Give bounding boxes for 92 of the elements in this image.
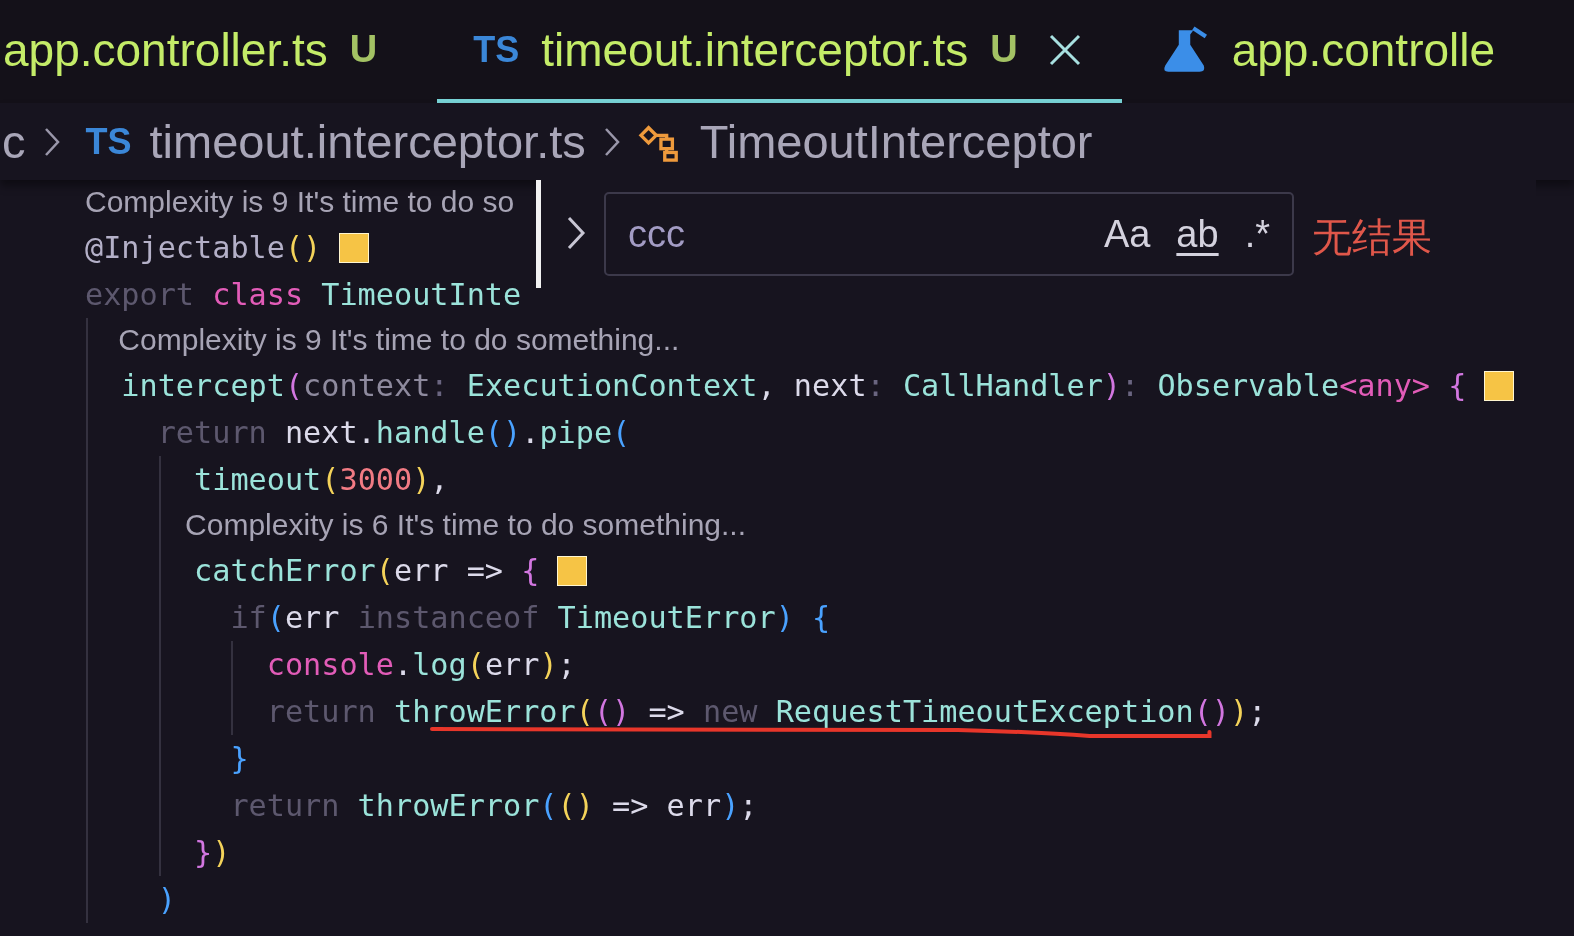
bracket: () bbox=[1193, 694, 1231, 729]
keyword: if bbox=[230, 600, 267, 635]
bracket: () bbox=[484, 415, 522, 450]
function-name: timeout bbox=[194, 462, 322, 497]
chevron-right-icon bbox=[603, 126, 620, 157]
parameter-name: context bbox=[303, 368, 431, 403]
type-name: Observable bbox=[1156, 368, 1340, 403]
bracket: ( bbox=[321, 462, 340, 497]
keyword: console bbox=[266, 647, 394, 682]
typescript-file-icon: TS bbox=[85, 120, 132, 163]
keyword: return bbox=[157, 415, 267, 450]
bracket: ( bbox=[539, 788, 558, 823]
bracket: ) bbox=[1230, 694, 1249, 729]
operator: => bbox=[465, 553, 504, 588]
search-field[interactable]: ccc Aa ab .* bbox=[604, 192, 1294, 276]
punctuation: ; bbox=[1248, 694, 1267, 729]
number-literal: 3000 bbox=[339, 462, 413, 497]
type-name: TimeoutInte bbox=[320, 277, 522, 312]
find-option-toggle[interactable]: ab bbox=[1176, 212, 1219, 256]
bracket: { bbox=[520, 553, 540, 588]
editor-tab[interactable]: app.controller.ts U bbox=[0, 0, 438, 103]
function-name: throwError bbox=[356, 788, 540, 823]
bracket: ) bbox=[412, 462, 431, 497]
variable-name: err bbox=[484, 647, 540, 682]
keyword: instanceof bbox=[356, 600, 540, 635]
bracket: ) bbox=[721, 788, 740, 823]
keyword: new bbox=[701, 694, 758, 729]
punctuation: ; bbox=[739, 788, 758, 823]
type-name: CallHandler bbox=[901, 368, 1103, 403]
keyword: class bbox=[211, 277, 304, 312]
typescript-file-icon: TS bbox=[473, 28, 520, 71]
variable-name: err bbox=[393, 553, 449, 588]
bracket: { bbox=[1447, 368, 1467, 403]
punctuation: . bbox=[357, 415, 376, 450]
codelens-hint[interactable]: Complexity is 9 It's time to do something... bbox=[118, 323, 680, 357]
bracket: ) bbox=[775, 600, 794, 635]
codelens-hint[interactable]: Complexity is 6 It's time to do something... bbox=[185, 508, 747, 542]
bracket: ( bbox=[466, 647, 485, 682]
function-name: intercept bbox=[121, 368, 285, 403]
keyword: return bbox=[230, 788, 340, 823]
close-icon[interactable] bbox=[1047, 32, 1082, 67]
bracket: ( bbox=[612, 415, 631, 450]
variable-name: err bbox=[665, 788, 722, 823]
bracket: () bbox=[284, 230, 322, 265]
type-name: TimeoutError bbox=[556, 600, 776, 635]
no-results-message: 无结果 bbox=[1312, 213, 1432, 262]
breadcrumb-item[interactable]: timeout.interceptor.ts bbox=[149, 114, 586, 169]
function-name: log bbox=[412, 647, 467, 682]
keyword: export bbox=[85, 277, 195, 312]
breadcrumb-item[interactable]: TimeoutInterceptor bbox=[699, 114, 1093, 169]
breadcrumb-item[interactable]: c bbox=[2, 114, 26, 169]
editor-tab[interactable]: app.controlle bbox=[1121, 0, 1532, 103]
chevron-right-icon bbox=[43, 126, 60, 157]
operator: : bbox=[866, 368, 885, 403]
find-option-toggle[interactable]: Aa bbox=[1103, 212, 1151, 256]
punctuation: . bbox=[521, 415, 540, 450]
bracket: ( bbox=[375, 553, 394, 588]
bracket: ( bbox=[575, 694, 594, 729]
bracket: ) bbox=[539, 647, 558, 682]
bracket: () bbox=[593, 694, 631, 729]
function-name: throwError bbox=[392, 694, 576, 729]
keyword: <any> bbox=[1339, 368, 1430, 403]
type-name: ExecutionContext bbox=[465, 368, 758, 403]
chevron-right-icon[interactable] bbox=[566, 215, 586, 251]
punctuation: ; bbox=[557, 647, 576, 682]
operator: => bbox=[611, 788, 649, 823]
function-name: catchError bbox=[194, 553, 376, 588]
bracket: ( bbox=[284, 368, 304, 403]
bracket: { bbox=[811, 600, 831, 635]
bracket: ) bbox=[157, 882, 176, 917]
decorator: @Injectable bbox=[85, 230, 285, 265]
bracket: ) bbox=[1102, 368, 1122, 403]
codelens-hint[interactable]: Complexity is 9 It's time to do so bbox=[85, 185, 515, 219]
keyword: return bbox=[266, 694, 376, 729]
punctuation: , bbox=[757, 368, 776, 403]
bracket: () bbox=[557, 788, 594, 823]
variable-name: next bbox=[283, 415, 358, 450]
operator: : bbox=[1121, 368, 1140, 403]
punctuation: . bbox=[393, 647, 413, 682]
bracket: } bbox=[194, 835, 213, 870]
type-name: RequestTimeoutException bbox=[774, 694, 1194, 729]
variable-name: err bbox=[284, 600, 340, 635]
find-option-toggle[interactable]: .* bbox=[1244, 212, 1270, 256]
function-name: handle bbox=[375, 415, 485, 450]
variable-name: next bbox=[792, 368, 867, 403]
bracket: } bbox=[230, 741, 249, 776]
bracket: ( bbox=[266, 600, 285, 635]
operator: => bbox=[647, 694, 685, 729]
bracket: ) bbox=[212, 835, 231, 870]
punctuation: , bbox=[430, 462, 449, 497]
operator: : bbox=[430, 368, 449, 403]
function-name: pipe bbox=[539, 415, 613, 450]
